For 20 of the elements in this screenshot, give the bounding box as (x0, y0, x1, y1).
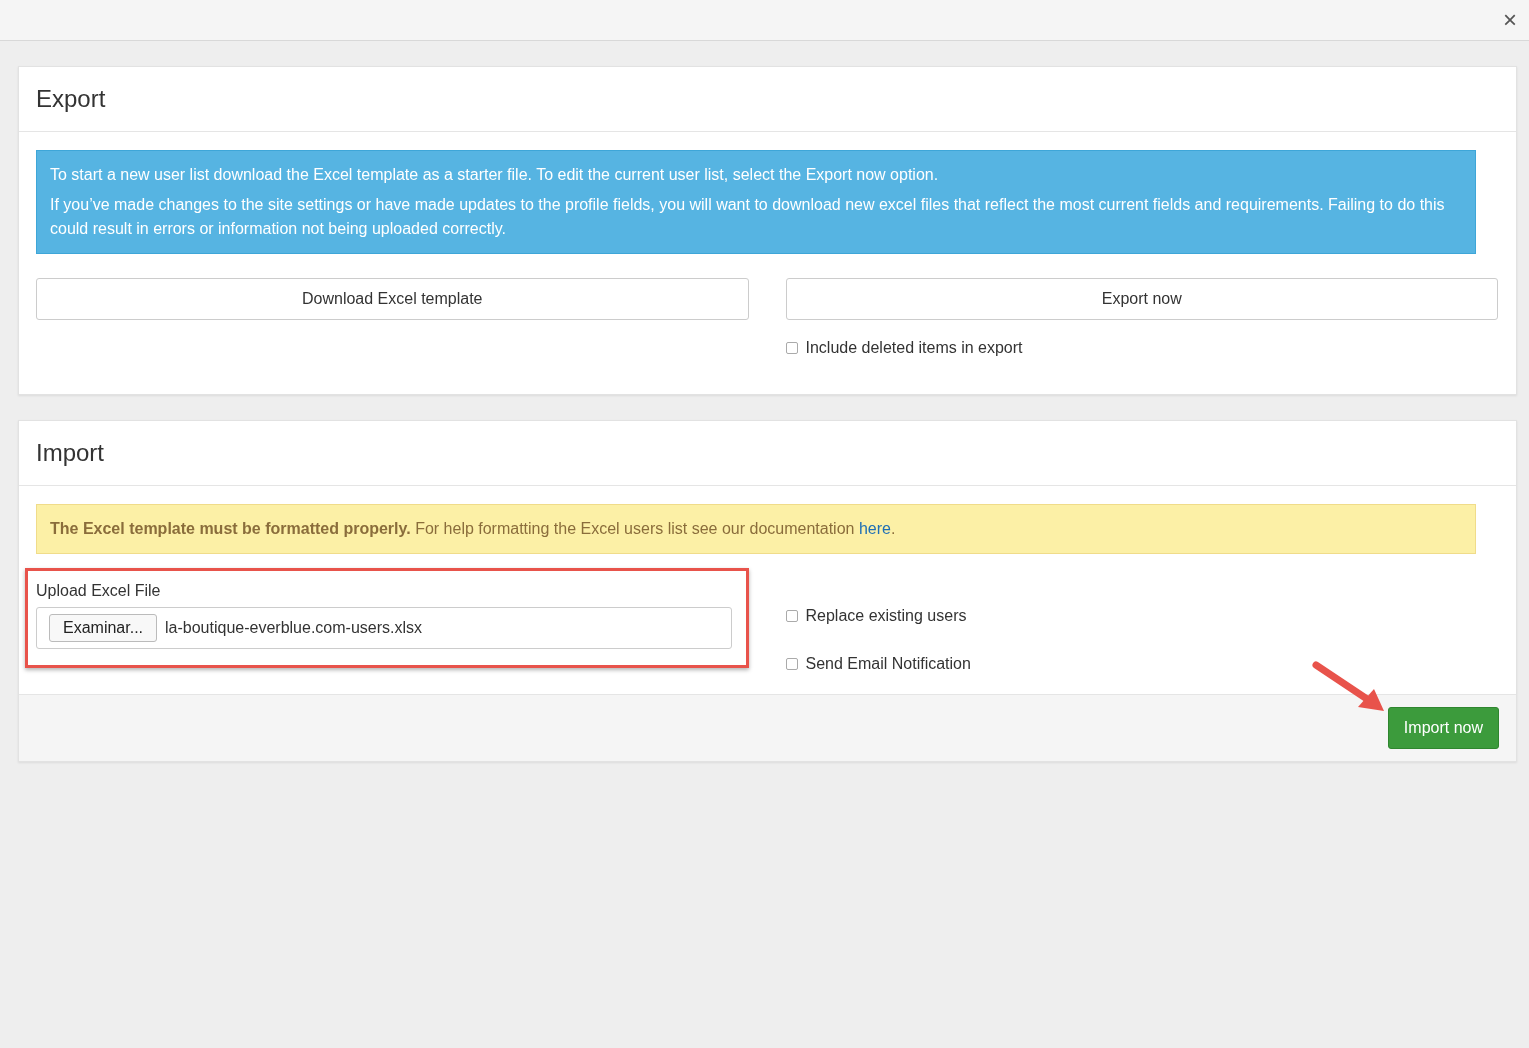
info-text: If you’ve made changes to the site settings or have made updates to the profile fields, you will want to download new excel files that reflect the most current fields and requirements. Failing to do this could result in errors or information not being uploaded correctly. (50, 195, 1446, 239)
field-label: Upload Excel File (36, 581, 162, 601)
documentation-link[interactable]: here (858, 520, 891, 537)
import-now-button[interactable]: Import now (1387, 707, 1499, 749)
download-template-button[interactable]: Download Excel template (36, 278, 749, 320)
checkbox[interactable] (785, 658, 798, 670)
panel-title: Import (19, 421, 1516, 486)
browse-button[interactable]: Examinar... (49, 614, 158, 642)
checkbox-label: Replace existing users (805, 606, 967, 626)
warning-text: The Excel template must be formatted properly. For help formatting the Excel users list see our documentation here. (50, 520, 896, 537)
checkbox[interactable] (785, 610, 798, 622)
checkbox-label: Send Email Notification (805, 654, 971, 674)
export-now-button[interactable]: Export now (785, 278, 1498, 320)
checkbox[interactable] (785, 342, 798, 354)
file-input[interactable]: Examinar... la-boutique-everblue.com-users.xlsx (36, 607, 732, 649)
checkbox-label: Include deleted items in export (805, 338, 1023, 358)
info-text: To start a new user list download the Excel template as a starter file. To edit the current user list, select the Export now option. (50, 165, 940, 185)
close-button[interactable]: × (1499, 8, 1521, 32)
file-name: la-boutique-everblue.com-users.xlsx (165, 618, 423, 638)
panel-title: Export (19, 67, 1516, 132)
